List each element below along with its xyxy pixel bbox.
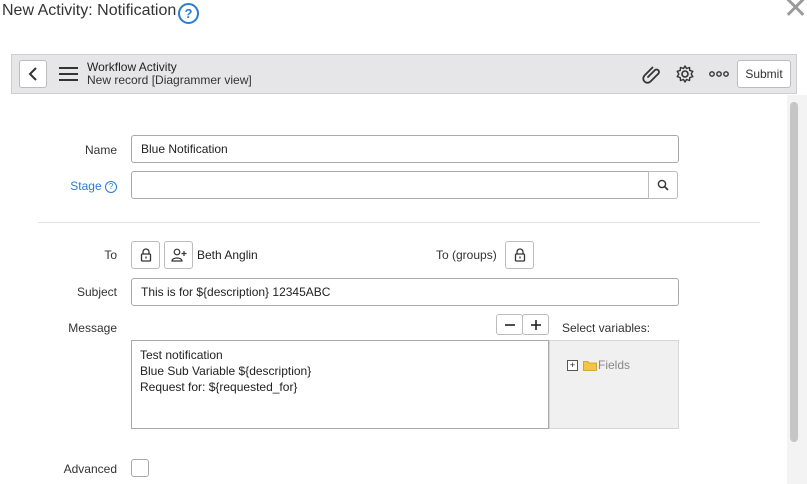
stage-label-group: Stage ? <box>38 179 117 193</box>
name-field[interactable]: Blue Notification <box>131 135 679 163</box>
dialog-title: New Activity: Notification <box>2 2 177 19</box>
stage-lookup-button[interactable] <box>648 171 678 199</box>
add-me-button[interactable] <box>164 241 193 269</box>
minus-icon <box>504 323 515 326</box>
submit-button[interactable]: Submit <box>737 60 791 88</box>
expand-tree-icon[interactable]: + <box>567 359 578 371</box>
to-groups-label: To (groups) <box>436 248 497 262</box>
advanced-label: Advanced <box>63 462 117 476</box>
scrollbar-thumb[interactable] <box>790 102 798 442</box>
variables-panel <box>549 340 679 429</box>
subject-label: Subject <box>76 285 117 299</box>
stage-help-icon[interactable]: ? <box>105 181 117 193</box>
fields-tree-label: Fields <box>598 358 631 372</box>
stage-label[interactable]: Stage <box>70 179 101 193</box>
message-line: Test notification <box>140 348 223 362</box>
more-options-icon <box>709 71 729 77</box>
search-icon <box>657 179 669 191</box>
help-icon[interactable]: ? <box>178 3 199 24</box>
settings-button[interactable] <box>674 63 696 85</box>
lock-icon <box>514 248 525 262</box>
advanced-checkbox[interactable] <box>131 459 149 477</box>
back-button[interactable] <box>19 60 47 88</box>
message-line: Blue Sub Variable ${description} <box>140 364 312 378</box>
plus-icon <box>530 319 541 330</box>
message-textarea[interactable]: Test notification Blue Sub Variable ${de… <box>131 340 549 429</box>
more-options-button[interactable] <box>707 66 731 82</box>
to-recipient-value: Beth Anglin <box>197 248 258 262</box>
section-divider <box>38 222 760 223</box>
to-unlock-button[interactable] <box>131 241 160 269</box>
expand-message-button[interactable] <box>522 314 549 335</box>
to-groups-unlock-button[interactable] <box>505 241 534 269</box>
select-variables-label: Select variables: <box>562 321 651 335</box>
record-subtitle: New record [Diagrammer view] <box>87 73 252 87</box>
message-label: Message <box>68 321 117 335</box>
back-icon <box>28 67 37 81</box>
message-line: Request for: ${requested_for} <box>140 380 298 394</box>
folder-icon <box>583 360 597 371</box>
gear-icon <box>676 65 694 83</box>
stage-field[interactable] <box>131 171 649 199</box>
name-label: Name <box>84 143 117 157</box>
hamburger-menu-icon[interactable] <box>59 67 78 81</box>
lock-icon <box>140 248 151 262</box>
shrink-message-button[interactable] <box>496 314 523 335</box>
paperclip-icon <box>642 66 660 84</box>
subject-field[interactable]: This is for ${description} 12345ABC <box>131 278 679 306</box>
to-label: To <box>104 248 117 262</box>
attachment-button[interactable] <box>641 63 663 85</box>
add-user-icon <box>170 248 186 262</box>
fields-tree-item[interactable]: + Fields <box>567 358 630 372</box>
close-icon[interactable]: ✕ <box>783 0 807 24</box>
record-type-title: Workflow Activity <box>87 60 177 74</box>
